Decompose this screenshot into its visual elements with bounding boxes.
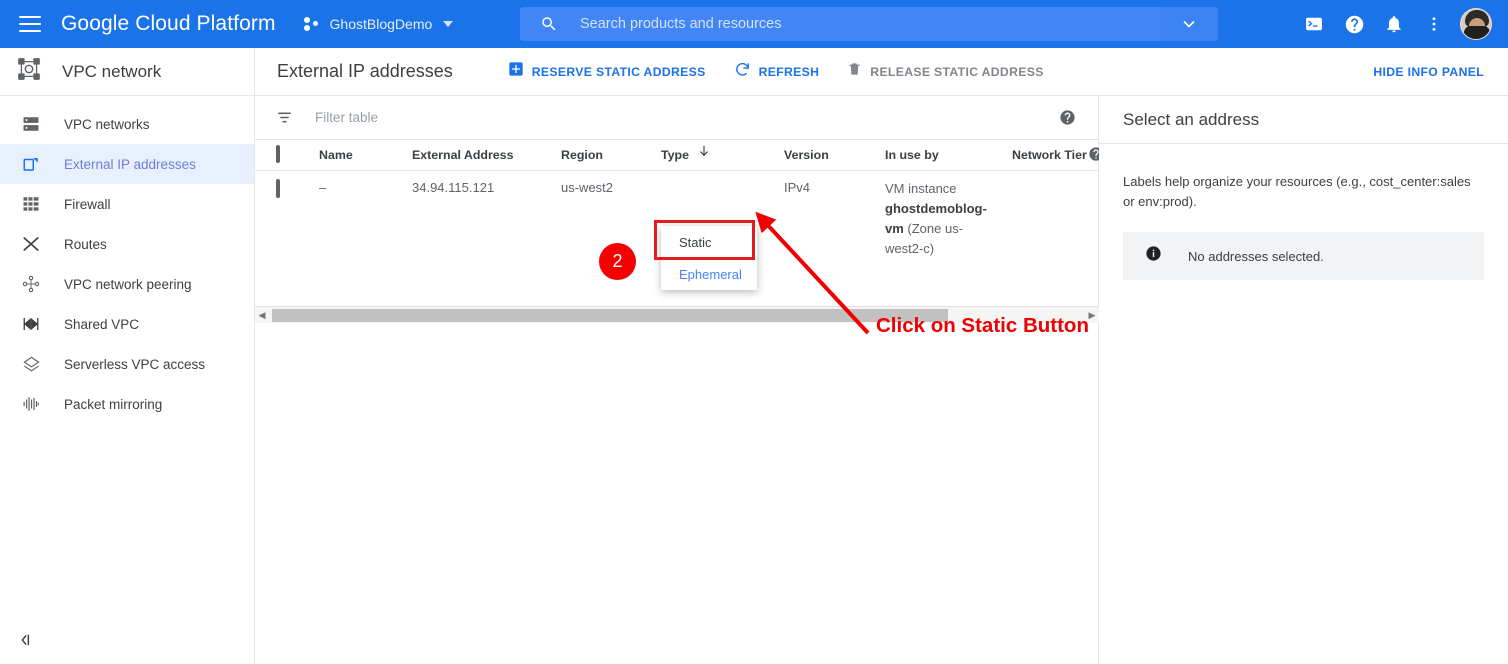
cell-external-address: 34.94.115.121 <box>412 180 494 195</box>
main-content: External IP addresses RESERVE STATIC ADD… <box>255 48 1508 664</box>
column-header-in-use-by[interactable]: In use by <box>885 148 939 162</box>
sidebar-item-vpc-network-peering[interactable]: VPC network peering <box>0 264 254 304</box>
info-panel-note-text: No addresses selected. <box>1188 249 1324 264</box>
cell-in-use-by: VM instance ghostdemoblog-vm (Zone us-we… <box>885 179 981 259</box>
routes-icon <box>20 235 42 253</box>
reserve-static-address-button[interactable]: RESERVE STATIC ADDRESS <box>508 61 706 82</box>
action-label: RESERVE STATIC ADDRESS <box>532 65 706 79</box>
column-header-version[interactable]: Version <box>784 148 829 162</box>
delete-trash-icon <box>847 61 862 82</box>
table-area: Filter table Name External Address Regio… <box>255 96 1099 664</box>
column-header-external-address[interactable]: External Address <box>412 148 513 162</box>
scroll-left-arrow[interactable]: ◀ <box>255 310 269 321</box>
vpc-network-icon <box>16 56 42 87</box>
search-icon <box>540 15 558 33</box>
help-circle-icon[interactable] <box>1059 109 1076 126</box>
firewall-icon <box>20 195 42 213</box>
sidebar-item-label: Packet mirroring <box>64 397 162 412</box>
packet-mirroring-icon <box>20 395 42 413</box>
sidebar-item-shared-vpc[interactable]: Shared VPC <box>0 304 254 344</box>
info-panel: Select an address Labels help organize y… <box>1099 96 1508 664</box>
avatar[interactable] <box>1460 8 1492 40</box>
info-panel-header: Select an address <box>1099 96 1508 144</box>
filter-list-icon[interactable] <box>276 109 293 126</box>
select-all-checkbox[interactable] <box>276 147 280 161</box>
sidebar-nav-list: VPC networks External IP addresses <box>0 96 254 424</box>
sidebar-item-routes[interactable]: Routes <box>0 224 254 264</box>
project-name: GhostBlogDemo <box>330 16 433 32</box>
info-panel-title: Select an address <box>1123 110 1259 130</box>
content-header: External IP addresses RESERVE STATIC ADD… <box>255 48 1508 96</box>
cell-region: us-west2 <box>561 180 613 195</box>
help-icon[interactable] <box>1334 4 1374 44</box>
release-static-address-button[interactable]: RELEASE STATIC ADDRESS <box>847 61 1043 82</box>
action-label: RELEASE STATIC ADDRESS <box>870 65 1043 79</box>
column-header-region[interactable]: Region <box>561 148 603 162</box>
sidebar-item-label: VPC networks <box>64 117 150 132</box>
brand-title[interactable]: Google Cloud Platform <box>61 12 276 36</box>
shared-vpc-icon <box>20 315 42 333</box>
sidebar-item-label: Firewall <box>64 197 111 212</box>
table-header-row: Name External Address Region Type Versio… <box>255 140 1098 171</box>
search-input[interactable]: Search products and resources <box>520 7 1218 41</box>
sidebar-item-label: Routes <box>64 237 107 252</box>
sidebar-item-label: Shared VPC <box>64 317 139 332</box>
annotation-label: Click on Static Button <box>876 314 1089 338</box>
column-header-type[interactable]: Type <box>661 148 689 162</box>
sort-arrow-down-icon[interactable] <box>697 143 711 162</box>
refresh-icon <box>734 61 751 83</box>
step-badge-2: 2 <box>599 243 636 280</box>
collapse-panel-icon[interactable] <box>16 624 52 656</box>
hide-info-panel-button[interactable]: HIDE INFO PANEL <box>1373 65 1484 79</box>
cloud-shell-icon[interactable] <box>1294 4 1334 44</box>
sidebar-item-vpc-networks[interactable]: VPC networks <box>0 104 254 144</box>
add-box-icon <box>508 61 524 82</box>
action-toolbar: RESERVE STATIC ADDRESS REFRESH <box>508 61 1072 83</box>
sidebar: VPC network VPC networks <box>0 48 255 664</box>
serverless-vpc-icon <box>20 355 42 374</box>
action-label: REFRESH <box>759 65 820 79</box>
info-panel-body: Labels help organize your resources (e.g… <box>1099 144 1508 280</box>
filter-input[interactable]: Filter table <box>315 110 378 125</box>
project-dots-icon <box>304 16 320 32</box>
hamburger-menu-icon[interactable] <box>19 16 41 32</box>
sidebar-item-serverless-vpc-access[interactable]: Serverless VPC access <box>0 344 254 384</box>
sidebar-item-packet-mirroring[interactable]: Packet mirroring <box>0 384 254 424</box>
row-checkbox[interactable] <box>276 181 280 196</box>
sidebar-header-title: VPC network <box>62 62 161 82</box>
vpc-peering-icon <box>20 275 42 293</box>
filter-bar: Filter table <box>255 96 1098 140</box>
dropdown-option-static[interactable]: Static <box>661 226 757 258</box>
sidebar-item-firewall[interactable]: Firewall <box>0 184 254 224</box>
search-chevron-down-icon[interactable] <box>1160 7 1218 41</box>
cell-version: IPv4 <box>784 180 810 195</box>
topbar-icon-group <box>1294 0 1496 48</box>
top-app-bar: Google Cloud Platform GhostBlogDemo Sear… <box>0 0 1508 48</box>
sidebar-item-external-ip-addresses[interactable]: External IP addresses <box>0 144 254 184</box>
external-ip-icon <box>20 155 42 173</box>
sidebar-item-label: Serverless VPC access <box>64 357 205 372</box>
search-placeholder: Search products and resources <box>580 16 782 32</box>
dropdown-option-ephemeral[interactable]: Ephemeral <box>661 258 757 290</box>
notifications-bell-icon[interactable] <box>1374 4 1414 44</box>
info-icon <box>1145 245 1162 267</box>
type-dropdown-menu: Static Ephemeral <box>661 226 757 290</box>
chevron-down-icon <box>443 21 453 27</box>
sidebar-item-label: External IP addresses <box>64 157 196 172</box>
column-header-name[interactable]: Name <box>319 148 353 162</box>
page-title: External IP addresses <box>277 61 453 82</box>
project-selector[interactable]: GhostBlogDemo <box>304 16 454 32</box>
sidebar-header[interactable]: VPC network <box>0 48 254 96</box>
info-panel-note: No addresses selected. <box>1123 232 1484 280</box>
scrollbar-thumb[interactable] <box>272 309 948 322</box>
app-window: Google Cloud Platform GhostBlogDemo Sear… <box>0 0 1508 664</box>
refresh-button[interactable]: REFRESH <box>734 61 820 83</box>
cell-name: – <box>319 180 326 195</box>
vpc-networks-icon <box>20 115 42 133</box>
more-vert-icon[interactable] <box>1414 4 1454 44</box>
sidebar-item-label: VPC network peering <box>64 277 192 292</box>
in-use-by-prefix: VM instance <box>885 181 957 196</box>
column-header-network-tier[interactable]: Network Tier <box>1012 148 1087 162</box>
info-panel-description: Labels help organize your resources (e.g… <box>1123 172 1484 212</box>
